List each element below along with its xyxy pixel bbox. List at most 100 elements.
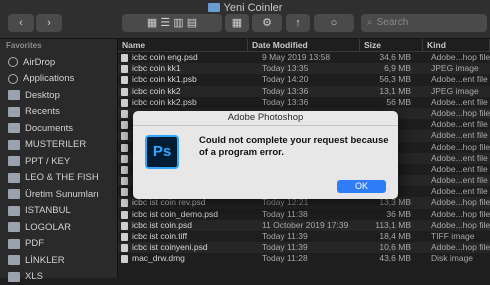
action-button[interactable]: ⚙ <box>252 14 282 32</box>
column-name[interactable]: Name <box>118 39 248 51</box>
file-kind: Adobe...ent file <box>423 130 490 141</box>
date-modified: Today 11:39 <box>248 231 360 242</box>
file-kind: Adobe...hop file <box>423 242 490 253</box>
view-mode-control[interactable]: ▦ ☰ ▥ ▤ <box>122 14 222 32</box>
sidebar-item[interactable]: PPT / KEY <box>0 153 117 170</box>
column-date-modified[interactable]: Date Modified <box>248 39 360 51</box>
file-kind: JPEG image <box>423 86 490 97</box>
table-row[interactable]: icbc coin eng.psd9 May 2019 13:5834,6 MB… <box>118 52 490 63</box>
share-button[interactable]: ↑ <box>286 14 310 32</box>
date-modified: Today 11:39 <box>248 242 360 253</box>
file-icon <box>121 222 128 230</box>
table-row[interactable]: icbc ist coin rev.psdToday 12:2113,3 MBA… <box>118 197 490 208</box>
file-icon <box>121 188 128 196</box>
group-button[interactable]: ▦ <box>225 14 249 32</box>
sidebar-heading: Favorites <box>0 39 117 54</box>
tags-button[interactable]: ○ <box>314 14 354 32</box>
sidebar-item-label: Recents <box>25 106 60 117</box>
file-icon <box>121 65 128 73</box>
file-icon <box>121 155 128 163</box>
column-header: Name Date Modified Size Kind <box>118 39 490 52</box>
file-kind: Adobe...ent file <box>423 186 490 197</box>
folder-icon <box>8 123 20 133</box>
sidebar-item[interactable]: Recents <box>0 104 117 121</box>
file-size: 18,4 MB <box>360 231 423 242</box>
sidebar-item-label: ISTANBUL <box>25 205 71 216</box>
sidebar: Favorites AirDrop Applications Desktop Rece… <box>0 39 118 278</box>
sidebar-item[interactable]: ISTANBUL <box>0 203 117 220</box>
file-kind: Adobe...ent file <box>423 119 490 130</box>
column-size[interactable]: Size <box>360 39 423 51</box>
sidebar-item-label: Üretim Sunumları <box>25 189 99 200</box>
table-row[interactable]: mac_drw.dmgToday 11:2843,6 MBDisk image <box>118 253 490 264</box>
date-modified: Today 12:21 <box>248 197 360 208</box>
file-icon <box>121 211 128 219</box>
sidebar-item-label: Applications <box>23 73 74 84</box>
sidebar-item[interactable]: Applications <box>0 71 117 88</box>
file-kind: TIFF image <box>423 231 490 242</box>
back-button[interactable]: ‹ <box>8 14 34 32</box>
table-row[interactable]: icbc ist coin.psd11 October 2019 17:3911… <box>118 220 490 231</box>
column-kind[interactable]: Kind <box>423 39 490 51</box>
file-name: icbc coin kk2.psb <box>118 97 248 108</box>
sidebar-item[interactable]: XLS <box>0 269 117 285</box>
file-name: icbc coin kk2 <box>118 86 248 97</box>
file-kind: Adobe...hop file <box>423 209 490 220</box>
file-kind: Adobe...ent file <box>423 97 490 108</box>
folder-icon <box>8 156 20 166</box>
table-row[interactable]: icbc coin kk1Today 13:356,9 MBJPEG image <box>118 63 490 74</box>
folder-icon <box>8 272 20 282</box>
file-name: icbc coin eng.psd <box>118 52 248 63</box>
file-name: icbc ist coinyeni.psd <box>118 242 248 253</box>
sidebar-item[interactable]: Üretim Sunumları <box>0 186 117 203</box>
photoshop-icon: Ps <box>145 135 179 169</box>
file-name: icbc ist coin.tiff <box>118 231 248 242</box>
table-row[interactable]: icbc ist coin_demo.psdToday 11:3836 MBAd… <box>118 209 490 220</box>
file-size: 13,1 MB <box>360 86 423 97</box>
file-icon <box>121 132 128 140</box>
table-row[interactable]: icbc ist coinyeni.psdToday 11:3910,6 MBA… <box>118 242 490 253</box>
file-kind: Disk image <box>423 253 490 264</box>
search-icon: ⌕ <box>367 14 373 32</box>
sidebar-item-label: XLS <box>25 271 43 282</box>
search-field[interactable]: ⌕Search <box>361 14 487 32</box>
file-kind: JPEG image <box>423 63 490 74</box>
file-kind: Adobe...ent file <box>423 175 490 186</box>
file-size: 56 MB <box>360 97 423 108</box>
sidebar-item-label: MUSTERILER <box>25 139 86 150</box>
dialog-title: Adobe Photoshop <box>133 111 398 126</box>
table-row[interactable]: icbc coin kk1.psbToday 14:2056,3 MBAdobe… <box>118 74 490 85</box>
file-name: icbc coin kk1 <box>118 63 248 74</box>
table-row[interactable]: icbc coin kk2.psbToday 13:3656 MBAdobe..… <box>118 97 490 108</box>
sidebar-item[interactable]: PDF <box>0 236 117 253</box>
sidebar-item[interactable]: LİNKLER <box>0 252 117 269</box>
forward-button[interactable]: › <box>36 14 62 32</box>
table-row[interactable]: icbc coin kk2Today 13:3613,1 MBJPEG imag… <box>118 86 490 97</box>
sidebar-item[interactable]: Documents <box>0 120 117 137</box>
sidebar-item[interactable]: MUSTERILER <box>0 137 117 154</box>
folder-icon <box>8 239 20 249</box>
sidebar-item[interactable]: AirDrop <box>0 54 117 71</box>
file-icon <box>121 110 128 118</box>
sidebar-item-label: LEO & THE FISH <box>25 172 99 183</box>
folder-icon <box>8 206 20 216</box>
sidebar-item[interactable]: LEO & THE FISH <box>0 170 117 187</box>
file-name: icbc ist coin.psd <box>118 220 248 231</box>
date-modified: 9 May 2019 13:58 <box>248 52 360 63</box>
table-row[interactable]: icbc ist coin.tiffToday 11:3918,4 MBTIFF… <box>118 231 490 242</box>
sidebar-item-label: LOGOLAR <box>25 222 71 233</box>
file-icon <box>121 166 128 174</box>
sidebar-item[interactable]: LOGOLAR <box>0 219 117 236</box>
dialog-message: Could not complete your request because … <box>199 135 389 158</box>
sidebar-item[interactable]: Desktop <box>0 87 117 104</box>
file-kind: Adobe...hop file <box>423 108 490 119</box>
date-modified: 11 October 2019 17:39 <box>248 220 360 231</box>
file-name: mac_drw.dmg <box>118 253 248 264</box>
file-size: 36 MB <box>360 209 423 220</box>
folder-icon <box>8 222 20 232</box>
ok-button[interactable]: OK <box>337 180 386 193</box>
sidebar-item-label: LİNKLER <box>25 255 65 266</box>
file-icon <box>121 177 128 185</box>
sidebar-item-label: AirDrop <box>23 57 55 68</box>
file-icon <box>121 255 128 263</box>
